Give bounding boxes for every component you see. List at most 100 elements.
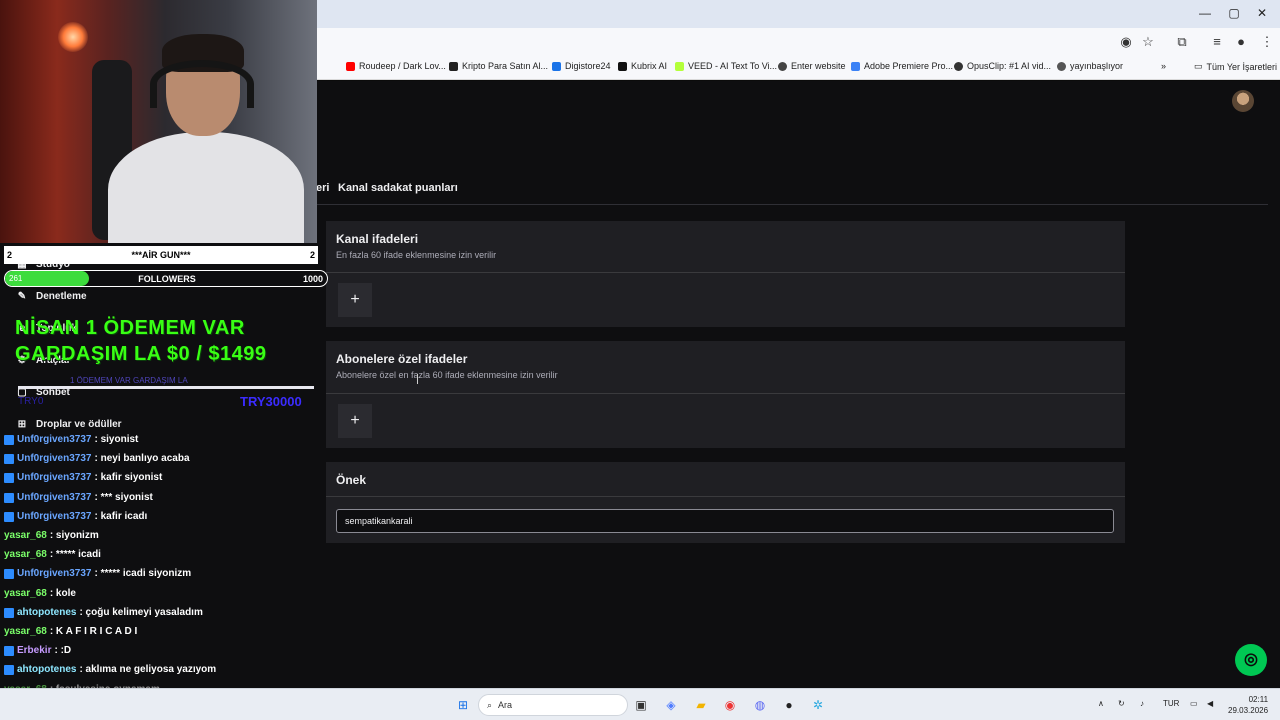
headset-icon: ◎ <box>1244 651 1258 668</box>
bookmark-item[interactable]: Enter website <box>778 61 846 71</box>
chat-username[interactable]: Unf0rgiven3737 <box>17 492 91 503</box>
bookmark-item[interactable]: Adobe Premiere Pro... <box>851 61 953 71</box>
chat-message: Unf0rgiven3737: siyonist <box>4 434 138 445</box>
chat-username[interactable]: yasar_68 <box>4 530 47 541</box>
user-badge-icon <box>4 607 14 618</box>
avatar[interactable] <box>1232 90 1254 112</box>
user-badge-icon <box>4 645 14 656</box>
settings-icon[interactable]: ✲ <box>809 697 827 713</box>
chat-username[interactable]: Unf0rgiven3737 <box>17 568 91 579</box>
bookmark-label: Digistore24 <box>565 61 611 71</box>
person-body <box>108 132 304 243</box>
chat-username[interactable]: Unf0rgiven3737 <box>17 434 91 445</box>
x-icon <box>449 61 458 71</box>
card-title: Kanal ifadeleri <box>336 232 419 246</box>
chat-message: Unf0rgiven3737: kafir siyonist <box>4 472 162 483</box>
bookmark-item[interactable]: OpusClip: #1 AI vid... <box>954 61 1051 71</box>
file-explorer-icon[interactable]: ▰ <box>692 697 710 713</box>
prefix-input[interactable]: sempatikankarali <box>336 509 1114 533</box>
tray-chevron-icon[interactable]: ∧ <box>1098 699 1104 708</box>
donation-goal-line1: NİSAN 1 ÖDEMEM VAR <box>15 317 245 339</box>
sidebar-item-moderation[interactable]: ✎ Denetleme <box>16 291 87 302</box>
bookmark-label: yayınbaşlıyor <box>1070 61 1124 71</box>
veed-icon <box>675 61 684 71</box>
donation-current: TRY0 <box>18 396 44 407</box>
star-icon[interactable]: ☆ <box>1139 34 1157 50</box>
chat-username[interactable]: Unf0rgiven3737 <box>17 472 91 483</box>
chat-username[interactable]: ahtopotenes <box>17 607 76 618</box>
chat-text: : çoğu kelimeyi yasaladım <box>79 607 203 618</box>
system-clock[interactable]: 02:11 29.03.2026 <box>1228 694 1268 716</box>
bookmark-item[interactable]: Kubrix AI <box>618 61 667 71</box>
chat-username[interactable]: yasar_68 <box>4 549 47 560</box>
language-indicator[interactable]: TUR <box>1163 699 1179 708</box>
gift-icon: ⊞ <box>17 419 27 430</box>
subscriber-emotes-card: Abonelere özel ifadeler Abonelere özel e… <box>326 341 1125 448</box>
copilot-icon[interactable]: ◈ <box>662 697 680 713</box>
profile-icon[interactable]: ● <box>1232 34 1250 49</box>
add-subscriber-emote-button[interactable]: + <box>338 404 372 438</box>
sidebar-item-label: Droplar ve ödüller <box>36 419 122 430</box>
sidebar-item-label: Denetleme <box>36 291 87 302</box>
eye-icon[interactable]: ◉ <box>1117 34 1135 50</box>
task-view-icon[interactable]: ▣ <box>632 697 650 713</box>
bookmark-label: VEED - AI Text To Vi... <box>688 61 778 71</box>
mic-icon[interactable]: ♪ <box>1140 699 1144 708</box>
tab-loyalty-points[interactable]: Kanal sadakat puanları <box>338 182 458 194</box>
bookmark-item[interactable]: Roudeep / Dark Lov... <box>346 61 446 71</box>
chat-message: yasar_68: ***** icadi <box>4 549 101 560</box>
chat-text: : kole <box>49 588 76 599</box>
chat-message: ahtopotenes: çoğu kelimeyi yasaladım <box>4 607 203 618</box>
all-bookmarks-label: Tüm Yer İşaretleri <box>1206 61 1278 72</box>
help-button[interactable]: ◎ <box>1235 644 1267 676</box>
chrome-icon[interactable]: ◉ <box>721 697 739 713</box>
prefix-card: Önek sempatikankarali <box>326 462 1125 543</box>
chat-username[interactable]: yasar_68 <box>4 588 47 599</box>
card-subtitle: En fazla 60 ifade eklenmesine izin veril… <box>336 250 497 260</box>
chat-text: : ***** icadi siyonizm <box>94 568 192 579</box>
windows-start-icon[interactable]: ⊞ <box>454 697 472 713</box>
all-bookmarks[interactable]: ▭ Tüm Yer İşaretleri <box>1194 61 1277 72</box>
chat-text: : :D <box>54 645 72 656</box>
chat-username[interactable]: yasar_68 <box>4 626 47 637</box>
goal-widget: ***AİR GUN*** 2 2 <box>4 246 318 264</box>
chat-username[interactable]: ahtopotenes <box>17 664 76 675</box>
chat-text: : aklıma ne geliyosa yazıyom <box>79 664 217 675</box>
maximize-icon[interactable]: ▢ <box>1224 6 1244 20</box>
donation-progress-bar <box>18 386 314 389</box>
tab-previous[interactable]: eri <box>316 182 329 194</box>
donation-target: TRY30000 <box>240 394 302 409</box>
bookmark-item[interactable]: VEED - AI Text To Vi... <box>675 61 777 71</box>
discord-icon[interactable]: ◍ <box>751 697 769 713</box>
more-bookmarks-icon[interactable]: » <box>1161 61 1166 71</box>
sync-icon[interactable]: ↻ <box>1118 699 1125 708</box>
extensions-icon[interactable]: ⧉ <box>1173 34 1191 50</box>
goal-left-count: 2 <box>7 250 13 260</box>
divider <box>326 272 1125 273</box>
chat-username[interactable]: Unf0rgiven3737 <box>17 511 91 522</box>
add-channel-emote-button[interactable]: + <box>338 283 372 317</box>
menu-icon[interactable]: ⋮ <box>1258 34 1276 50</box>
minimize-icon[interactable]: — <box>1195 6 1215 20</box>
bookmark-item[interactable]: Kripto Para Satın Al... <box>449 61 548 71</box>
chat-username[interactable]: Erbekir <box>17 645 51 656</box>
taskbar-search[interactable]: ⌕ Ara <box>478 694 628 716</box>
playlist-icon[interactable]: ≡ <box>1208 34 1226 49</box>
chat-text: : ***** icadi <box>49 549 101 560</box>
globe-icon <box>778 61 787 71</box>
sidebar-item-drops[interactable]: ⊞ Droplar ve ödüller <box>16 419 122 430</box>
network-icon[interactable]: ▭ <box>1190 699 1198 708</box>
chat-message: Unf0rgiven3737: neyi banlıyo acaba <box>4 453 190 464</box>
clock-time: 02:11 <box>1248 695 1269 704</box>
chat-username[interactable]: Unf0rgiven3737 <box>17 453 91 464</box>
chat-message: yasar_68: kole <box>4 588 76 599</box>
volume-icon[interactable]: ◀ <box>1207 699 1213 708</box>
bookmark-item[interactable]: Digistore24 <box>552 61 611 71</box>
chat-text: : neyi banlıyo acaba <box>94 453 190 464</box>
chat-message: Unf0rgiven3737: kafir icadı <box>4 511 147 522</box>
wrench-icon: ✎ <box>17 291 27 302</box>
headset-icon <box>150 60 254 108</box>
bookmark-item[interactable]: yayınbaşlıyor <box>1057 61 1123 71</box>
close-icon[interactable]: ✕ <box>1252 6 1272 20</box>
obs-icon[interactable]: ● <box>780 697 798 713</box>
